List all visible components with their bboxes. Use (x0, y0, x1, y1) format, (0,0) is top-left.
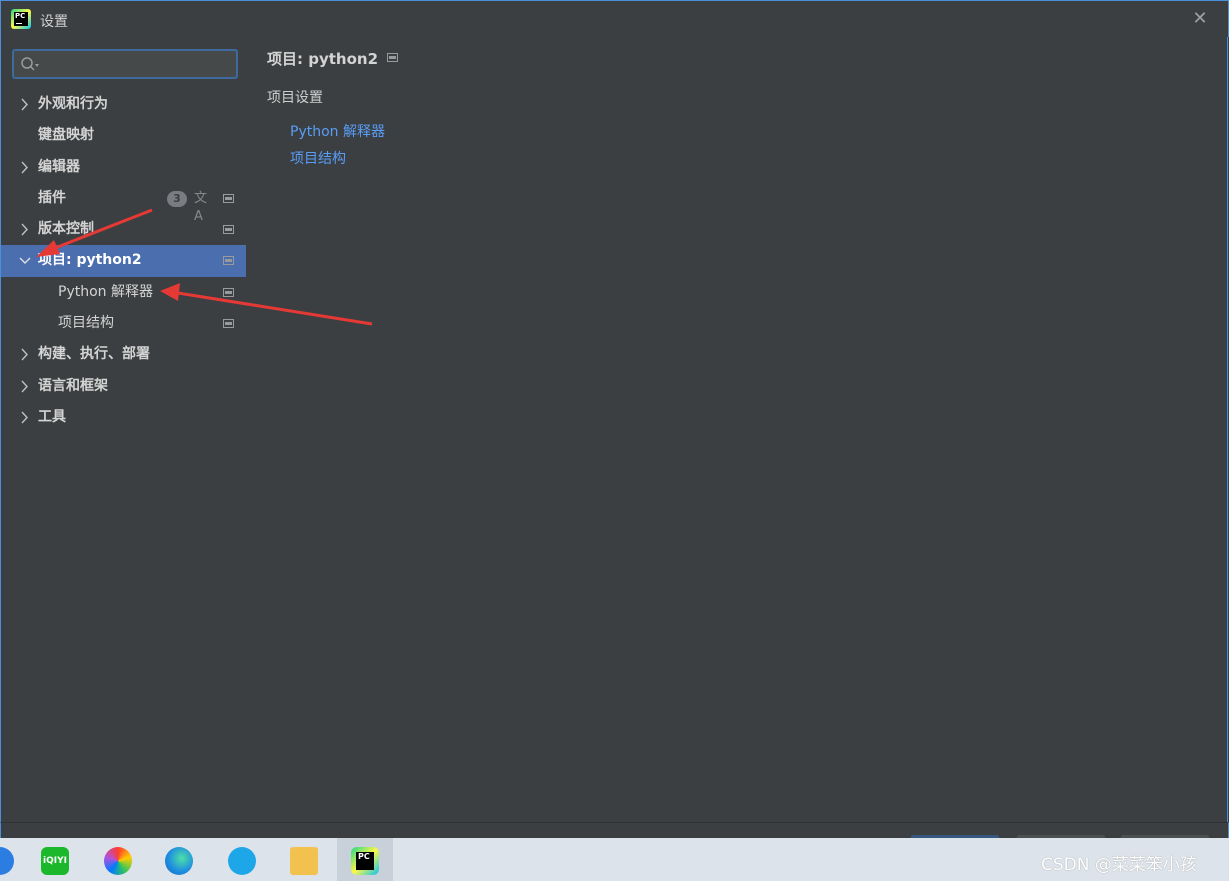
tree-item-tools[interactable]: 工具 (1, 402, 246, 433)
pycharm-taskbar-icon[interactable]: PC (351, 847, 379, 875)
project-scope-icon (223, 256, 234, 266)
title-bar: PC 设置 ✕ (0, 0, 1229, 37)
tree-item-label: 项目: python2 (38, 252, 142, 269)
tree-item-label: 外观和行为 (38, 96, 108, 112)
tree-item-editor[interactable]: 编辑器 (1, 152, 246, 183)
chevron-right-icon[interactable] (19, 402, 31, 433)
tree-item-label: 工具 (38, 408, 66, 425)
tree-item-project-structure[interactable]: 项目结构 (1, 308, 246, 339)
chevron-down-icon[interactable] (19, 245, 31, 276)
tree-item-languages-frameworks[interactable]: 语言和框架 (1, 371, 246, 402)
transfer-app-icon[interactable] (228, 847, 256, 875)
tree-item-label: 版本控制 (38, 221, 94, 238)
tree-item-python-interpreter[interactable]: Python 解释器 (1, 277, 246, 308)
tree-item-project[interactable]: 项目: python2 (1, 245, 246, 277)
watermark: CSDN @菜菜笨小孩 (1041, 855, 1197, 875)
settings-sidebar: 外观和行为 键盘映射 编辑器 插件 3 文A 版本控制 项目: python2 … (0, 37, 246, 822)
page-title: 项目: python2 (267, 50, 379, 68)
translate-icon: 文A (194, 190, 208, 224)
settings-content-panel: 项目: python2 项目设置 Python 解释器 项目结构 (246, 37, 1228, 822)
iqiyi-icon[interactable]: iQIYI (41, 847, 69, 875)
plugin-count-badge: 3 (167, 190, 187, 207)
link-python-interpreter[interactable]: Python 解释器 (290, 121, 385, 141)
tree-item-label: 语言和框架 (38, 377, 108, 394)
tree-item-label: 项目结构 (58, 315, 114, 332)
project-scope-icon (387, 53, 398, 62)
link-project-structure[interactable]: 项目结构 (290, 148, 346, 168)
tree-item-build-execution-deployment[interactable]: 构建、执行、部署 (1, 339, 246, 370)
project-scope-icon (223, 319, 234, 329)
chevron-right-icon[interactable] (19, 89, 31, 120)
tree-item-version-control[interactable]: 版本控制 (1, 214, 246, 245)
pycharm-app-icon: PC (11, 9, 31, 29)
tree-item-appearance[interactable]: 外观和行为 (1, 89, 246, 120)
close-icon[interactable]: ✕ (1190, 9, 1210, 29)
tree-item-label: 插件 (38, 189, 66, 206)
project-scope-icon (223, 193, 234, 203)
tree-item-label: Python 解释器 (58, 283, 153, 300)
section-title: 项目设置 (267, 90, 323, 106)
edge-browser-icon[interactable] (165, 847, 193, 875)
taskbar-app-icon[interactable] (0, 847, 14, 875)
photos-app-icon[interactable] (104, 847, 132, 875)
window-title: 设置 (40, 14, 68, 30)
windows-taskbar: iQIYI PC CSDN @菜菜笨小孩 (0, 838, 1229, 881)
tree-item-plugins[interactable]: 插件 3 文A (1, 183, 246, 224)
pycharm-taskbar-label: PC (356, 852, 374, 870)
dialog-button-bar (0, 822, 1229, 839)
project-scope-icon (223, 287, 234, 297)
search-icon (21, 57, 39, 71)
chevron-right-icon[interactable] (19, 371, 31, 402)
chevron-right-icon[interactable] (19, 339, 31, 370)
tree-item-label: 键盘映射 (38, 127, 94, 144)
tree-item-label: 构建、执行、部署 (38, 346, 150, 363)
settings-tree: 外观和行为 键盘映射 编辑器 插件 3 文A 版本控制 项目: python2 … (1, 89, 246, 433)
tree-item-label: 编辑器 (38, 158, 80, 175)
chevron-right-icon[interactable] (19, 214, 31, 245)
search-input[interactable] (12, 49, 238, 79)
chevron-right-icon[interactable] (19, 152, 31, 183)
tree-item-keymap[interactable]: 键盘映射 (1, 120, 246, 151)
file-explorer-icon[interactable] (290, 847, 318, 875)
project-scope-icon (223, 225, 234, 235)
